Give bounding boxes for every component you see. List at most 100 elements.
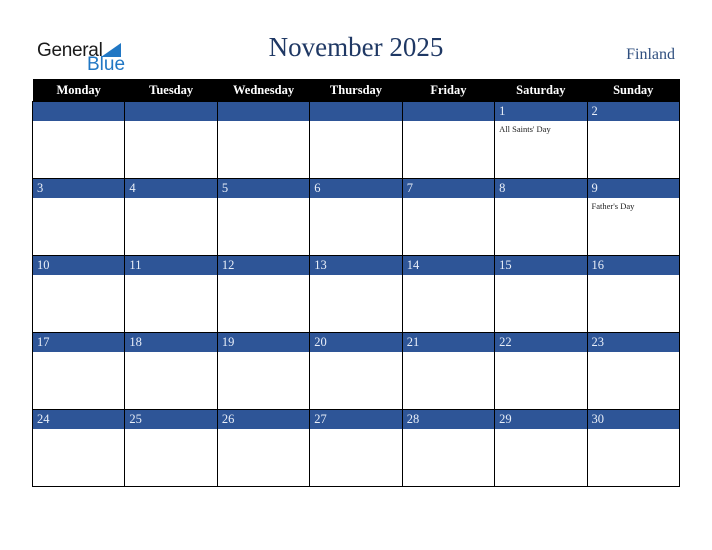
- day-number: 13: [310, 256, 402, 275]
- holiday-label: [310, 198, 401, 201]
- day-number: 11: [125, 256, 217, 275]
- day-cell[interactable]: 7: [401, 178, 496, 256]
- holiday-label: [125, 275, 216, 278]
- day-number: 16: [587, 256, 679, 275]
- week-row: 10 11 12 13 14 15 16: [31, 255, 681, 333]
- day-cell[interactable]: 28: [401, 409, 496, 487]
- day-number: 6: [310, 179, 402, 198]
- weekday-header: Wednesday: [217, 79, 310, 102]
- holiday-label: [33, 352, 124, 355]
- day-number: 21: [402, 333, 495, 352]
- holiday-label: [495, 198, 586, 201]
- day-cell[interactable]: 8: [494, 178, 588, 256]
- calendar-grid: Monday Tuesday Wednesday Thursday Friday…: [31, 79, 681, 487]
- holiday-label: [588, 429, 679, 432]
- day-cell[interactable]: [216, 101, 311, 179]
- day-number: 24: [33, 410, 125, 429]
- day-cell[interactable]: 14: [401, 255, 496, 333]
- day-cell[interactable]: 20: [309, 332, 403, 410]
- day-number: 18: [125, 333, 217, 352]
- day-cell[interactable]: 29: [494, 409, 588, 487]
- day-cell[interactable]: 5: [216, 178, 311, 256]
- country-label: Finland: [626, 46, 675, 63]
- day-number: 26: [217, 410, 310, 429]
- day-cell[interactable]: 4: [124, 178, 218, 256]
- page-title: November 2025: [268, 32, 444, 62]
- holiday-label: Father's Day: [591, 201, 635, 211]
- holiday-label: [495, 429, 586, 432]
- day-number: 9: [587, 179, 679, 198]
- day-number: 20: [310, 333, 402, 352]
- day-cell[interactable]: 13: [309, 255, 403, 333]
- day-number: 2: [587, 102, 679, 121]
- holiday-label: [588, 121, 679, 124]
- holiday-label: [218, 429, 309, 432]
- day-cell[interactable]: 25: [124, 409, 218, 487]
- holiday-label: [125, 429, 216, 432]
- day-cell[interactable]: 26: [216, 409, 311, 487]
- day-cell[interactable]: 23: [586, 332, 681, 410]
- day-cell[interactable]: [309, 101, 403, 179]
- holiday-label: [310, 429, 401, 432]
- day-number: [310, 102, 402, 121]
- day-cell[interactable]: 15: [494, 255, 588, 333]
- day-cell[interactable]: 10: [31, 255, 126, 333]
- day-cell[interactable]: 17: [31, 332, 126, 410]
- holiday-label: [33, 275, 124, 278]
- weekday-header: Tuesday: [124, 79, 218, 102]
- day-cell[interactable]: 24: [31, 409, 126, 487]
- day-number: 19: [217, 333, 310, 352]
- holiday-label: [33, 429, 124, 432]
- day-cell[interactable]: 12: [216, 255, 311, 333]
- holiday-label: [495, 275, 586, 278]
- day-cell[interactable]: [124, 101, 218, 179]
- day-number: 8: [495, 179, 587, 198]
- week-row: 1 All Saints' Day 2: [31, 101, 681, 179]
- day-number: 3: [33, 179, 125, 198]
- day-number: 1: [495, 102, 587, 121]
- day-number: 14: [402, 256, 495, 275]
- day-cell[interactable]: [31, 101, 126, 179]
- day-number: 4: [125, 179, 217, 198]
- holiday-label: All Saints' Day: [499, 124, 551, 134]
- holiday-label: [310, 121, 401, 124]
- day-number: 17: [33, 333, 125, 352]
- day-number: 25: [125, 410, 217, 429]
- day-cell[interactable]: [401, 101, 496, 179]
- week-row: 17 18 19 20 21 22 23: [31, 332, 681, 410]
- day-cell[interactable]: 22: [494, 332, 588, 410]
- day-cell[interactable]: 30: [586, 409, 681, 487]
- day-number: 10: [33, 256, 125, 275]
- day-cell[interactable]: 21: [401, 332, 496, 410]
- holiday-label: [310, 352, 401, 355]
- holiday-label: [403, 275, 494, 278]
- day-cell[interactable]: 9 Father's Day: [586, 178, 681, 256]
- holiday-label: [588, 275, 679, 278]
- day-cell[interactable]: 6: [309, 178, 403, 256]
- day-cell[interactable]: 11: [124, 255, 218, 333]
- day-cell[interactable]: 16: [586, 255, 681, 333]
- day-cell[interactable]: 19: [216, 332, 311, 410]
- day-number: [217, 102, 310, 121]
- day-number: 22: [495, 333, 587, 352]
- week-row: 3 4 5 6 7 8 9 Father's Day: [31, 178, 681, 256]
- weekday-header-row: Monday Tuesday Wednesday Thursday Friday…: [32, 79, 680, 102]
- day-number: 15: [495, 256, 587, 275]
- holiday-label: [403, 429, 494, 432]
- day-cell[interactable]: 3: [31, 178, 126, 256]
- day-number: 27: [310, 410, 402, 429]
- day-cell[interactable]: 18: [124, 332, 218, 410]
- day-cell[interactable]: 1 All Saints' Day: [494, 101, 588, 179]
- holiday-label: [218, 121, 309, 124]
- day-cell[interactable]: 27: [309, 409, 403, 487]
- holiday-label: [403, 121, 494, 124]
- holiday-label: [495, 352, 586, 355]
- day-number: [402, 102, 495, 121]
- holiday-label: [310, 275, 401, 278]
- weekday-header: Sunday: [587, 79, 680, 102]
- holiday-label: [403, 352, 494, 355]
- holiday-label: [218, 275, 309, 278]
- day-number: [125, 102, 217, 121]
- weekday-header: Monday: [32, 79, 125, 102]
- day-cell[interactable]: 2: [586, 101, 681, 179]
